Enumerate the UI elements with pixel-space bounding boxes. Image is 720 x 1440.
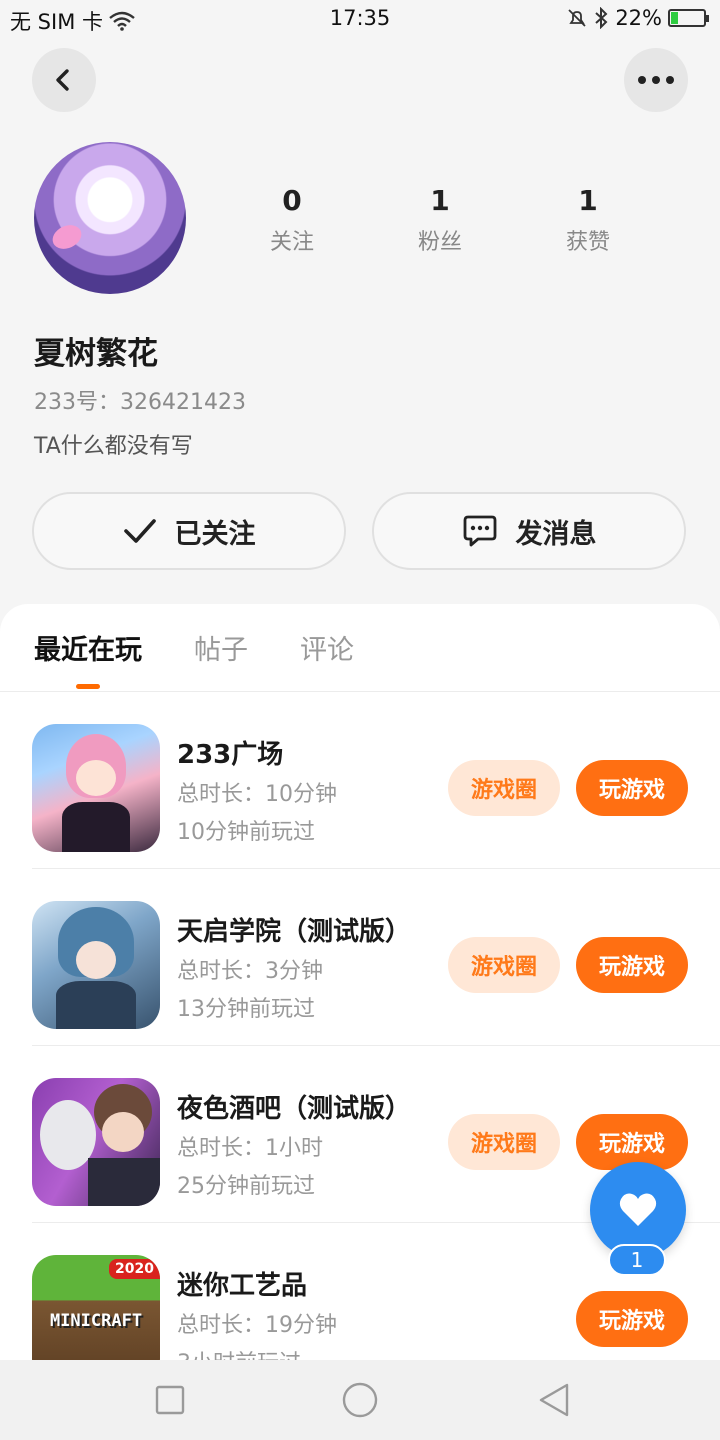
chat-bubble-icon — [463, 515, 496, 547]
game-circle-button[interactable]: 游戏圈 — [448, 760, 560, 816]
stat-label: 关注 — [269, 230, 314, 255]
battery-percent: 22% — [615, 6, 662, 30]
game-duration: 总时长：10分钟 — [177, 782, 337, 807]
username: 夏树繁花 — [34, 336, 158, 372]
game-circle-button[interactable]: 游戏圈 — [448, 937, 560, 993]
game-last-played: 25分钟前玩过 — [177, 1174, 315, 1199]
stat-value: 1 — [430, 184, 450, 217]
followed-button[interactable]: 已关注 — [32, 492, 346, 570]
back-button[interactable] — [32, 48, 96, 112]
game-name: 天启学院（测试版） — [177, 917, 412, 947]
tab-active-indicator — [76, 684, 100, 689]
game-icon-badge: 2020 — [109, 1259, 160, 1279]
circle-icon — [342, 1382, 378, 1418]
heart-icon — [619, 1193, 657, 1226]
like-count-badge: 1 — [608, 1244, 666, 1276]
game-duration: 总时长：3分钟 — [177, 959, 323, 984]
battery-charging-icon — [668, 9, 709, 27]
game-icon-title: MINICRAFT — [49, 1311, 143, 1331]
stat-label: 粉丝 — [417, 230, 462, 255]
play-game-button[interactable]: 玩游戏 — [576, 760, 688, 816]
status-bar: 无 SIM 卡 17:35 22% — [0, 0, 720, 40]
game-duration: 总时长：19分钟 — [177, 1313, 337, 1338]
tab-label: 最近在玩 — [34, 635, 142, 666]
user-id: 233号：326421423 — [34, 390, 246, 415]
stat-value: 1 — [578, 184, 598, 217]
tab-recent-played[interactable]: 最近在玩 — [34, 628, 142, 690]
game-circle-button[interactable]: 游戏圈 — [448, 1114, 560, 1170]
system-nav-bar — [0, 1360, 720, 1440]
stat-likes[interactable]: 1 获赞 — [514, 184, 662, 256]
more-button[interactable] — [624, 48, 688, 112]
play-game-button[interactable]: 玩游戏 — [576, 937, 688, 993]
tab-label: 帖子 — [194, 635, 248, 666]
game-icon — [32, 1078, 160, 1206]
tab-bar: 最近在玩 帖子 评论 — [34, 628, 354, 690]
user-bio: TA什么都没有写 — [34, 434, 193, 459]
game-icon: 2020 MINICRAFT — [32, 1255, 160, 1364]
check-icon — [123, 519, 156, 543]
game-icon — [32, 901, 160, 1029]
game-last-played: 10分钟前玩过 — [177, 820, 315, 845]
game-name: 233广场 — [177, 740, 284, 770]
stat-followers[interactable]: 1 粉丝 — [366, 184, 514, 256]
play-game-button[interactable]: 玩游戏 — [576, 1291, 688, 1347]
back-nav-button[interactable] — [534, 1380, 574, 1420]
bell-off-icon — [568, 9, 586, 27]
stat-value: 0 — [282, 184, 302, 217]
send-message-button[interactable]: 发消息 — [372, 492, 686, 570]
stat-following[interactable]: 0 关注 — [218, 184, 366, 256]
chevron-left-icon — [56, 69, 69, 91]
triangle-back-icon — [539, 1383, 569, 1417]
game-name: 迷你工艺品 — [177, 1271, 308, 1301]
send-message-label: 发消息 — [515, 518, 597, 550]
game-last-played: 13分钟前玩过 — [177, 997, 315, 1022]
list-item[interactable]: 天启学院（测试版） 总时长：3分钟 13分钟前玩过 游戏圈 玩游戏 — [0, 869, 720, 1046]
tab-comments[interactable]: 评论 — [300, 628, 354, 690]
list-item[interactable]: 233广场 总时长：10分钟 10分钟前玩过 游戏圈 玩游戏 — [0, 692, 720, 869]
game-icon — [32, 724, 160, 852]
game-name: 夜色酒吧（测试版） — [177, 1094, 412, 1124]
profile-stats: 0 关注 1 粉丝 1 获赞 — [218, 184, 662, 256]
avatar[interactable] — [34, 142, 186, 294]
home-button[interactable] — [340, 1380, 380, 1420]
recents-button[interactable] — [150, 1380, 190, 1420]
more-horizontal-icon — [638, 76, 674, 84]
tab-posts[interactable]: 帖子 — [194, 628, 248, 690]
bluetooth-icon — [595, 7, 608, 29]
game-duration: 总时长：1小时 — [177, 1136, 323, 1161]
followed-label: 已关注 — [174, 518, 256, 550]
square-icon — [155, 1385, 185, 1415]
stat-label: 获赞 — [565, 230, 610, 255]
tab-label: 评论 — [300, 635, 354, 666]
